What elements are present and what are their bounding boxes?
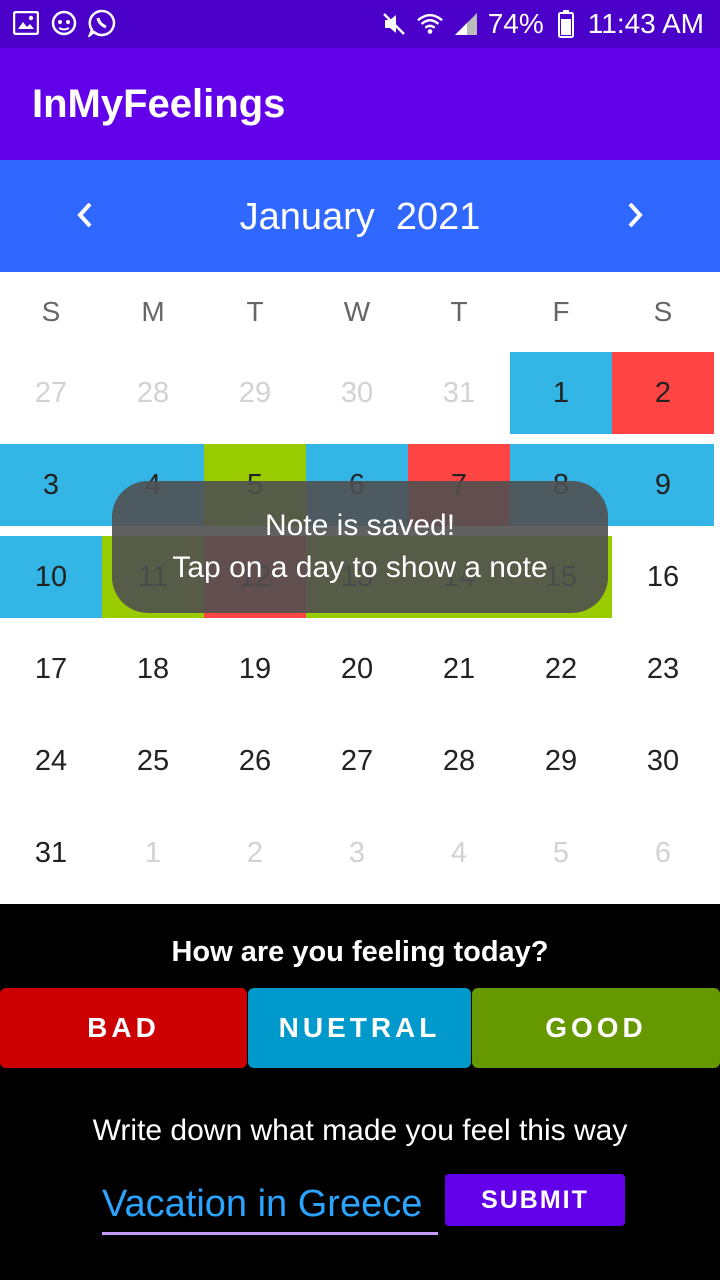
signal-icon	[452, 10, 480, 38]
calendar-day[interactable]: 31	[408, 352, 510, 434]
calendar-day[interactable]: 21	[408, 628, 510, 710]
calendar-day[interactable]: 30	[612, 720, 714, 802]
weekday-label: T	[246, 296, 264, 327]
whatsapp-icon	[88, 9, 116, 37]
face-icon	[50, 9, 78, 37]
calendar-day[interactable]: 26	[204, 720, 306, 802]
note-prompt: Write down what made you feel this way	[92, 1114, 628, 1147]
calendar-day[interactable]: 25	[102, 720, 204, 802]
calendar-day[interactable]: 19	[204, 628, 306, 710]
wifi-icon	[416, 10, 444, 38]
next-month-button[interactable]	[610, 190, 660, 240]
weekday-label: S	[41, 296, 61, 327]
weekday-label: S	[653, 296, 673, 327]
weekday-header: SMTWTFS	[0, 296, 720, 336]
calendar-day[interactable]: 27	[306, 720, 408, 802]
calendar-day[interactable]: 20	[306, 628, 408, 710]
calendar-day[interactable]: 2	[612, 352, 714, 434]
battery-percent: 74%	[487, 8, 544, 39]
calendar-day[interactable]: 4	[408, 812, 510, 894]
month-header: January 2021	[0, 160, 720, 272]
weekday-label: F	[552, 296, 570, 327]
calendar-day[interactable]: 29	[510, 720, 612, 802]
image-icon	[12, 9, 40, 37]
calendar-day[interactable]: 1	[510, 352, 612, 434]
calendar-day[interactable]: 29	[204, 352, 306, 434]
calendar-day[interactable]: 22	[510, 628, 612, 710]
app-title: InMyFeelings	[32, 82, 286, 126]
status-bar: 74% 11:43 AM	[0, 0, 720, 48]
calendar-day[interactable]: 28	[408, 720, 510, 802]
toast-message: Note is saved! Tap on a day to show a no…	[112, 481, 608, 613]
submit-button[interactable]: SUBMIT	[445, 1174, 625, 1226]
calendar-day[interactable]: 3	[0, 444, 102, 526]
calendar-day[interactable]: 24	[0, 720, 102, 802]
note-input[interactable]	[102, 1176, 438, 1235]
app-bar: InMyFeelings	[0, 48, 720, 160]
weekday-label: M	[141, 296, 165, 327]
weekday-label: W	[343, 296, 371, 327]
battery-icon	[552, 10, 580, 38]
neutral-button[interactable]: NUETRAL	[248, 988, 471, 1068]
calendar-day[interactable]: 10	[0, 536, 102, 618]
month-name: January	[239, 196, 375, 238]
good-button[interactable]: GOOD	[472, 988, 720, 1068]
mood-question: How are you feeling today?	[171, 936, 549, 968]
calendar-day[interactable]: 18	[102, 628, 204, 710]
calendar-day[interactable]: 5	[510, 812, 612, 894]
chevron-right-icon	[628, 202, 643, 228]
clock: 11:43 AM	[587, 8, 704, 39]
calendar-day[interactable]: 28	[102, 352, 204, 434]
calendar-day[interactable]: 9	[612, 444, 714, 526]
toast-line-1: Note is saved!	[264, 509, 456, 542]
calendar-day[interactable]: 30	[306, 352, 408, 434]
calendar-day[interactable]: 3	[306, 812, 408, 894]
year: 2021	[395, 196, 481, 238]
calendar-day[interactable]: 17	[0, 628, 102, 710]
calendar-day[interactable]: 6	[612, 812, 714, 894]
calendar-day[interactable]: 2	[204, 812, 306, 894]
calendar-day[interactable]: 31	[0, 812, 102, 894]
calendar-day[interactable]: 27	[0, 352, 102, 434]
toast-line-2: Tap on a day to show a note	[172, 551, 548, 584]
bad-button[interactable]: BAD	[0, 988, 247, 1068]
weekday-label: T	[450, 296, 468, 327]
mute-icon	[380, 10, 408, 38]
calendar-day[interactable]: 23	[612, 628, 714, 710]
calendar-day[interactable]: 1	[102, 812, 204, 894]
calendar-day[interactable]: 16	[612, 536, 714, 618]
